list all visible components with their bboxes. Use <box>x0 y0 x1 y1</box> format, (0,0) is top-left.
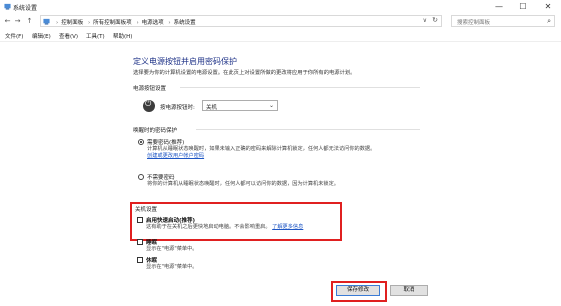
hibernate-title: 休眠 <box>146 258 158 264</box>
window-title: 系统设置 <box>13 5 38 12</box>
learn-more-link[interactable]: 了解更多信息 <box>272 224 303 230</box>
search-icon[interactable]: ⌕ <box>547 17 551 26</box>
require-password-desc: 计算机从睡眠状态唤醒时，如果未输入正确的密码来解除计算机锁定，任何人都无法访问你… <box>147 146 376 159</box>
control-panel-icon <box>4 3 11 10</box>
require-password-title: 需要密码(推荐) <box>147 140 185 146</box>
save-button[interactable]: 保存修改 <box>336 285 380 296</box>
search-input[interactable]: 搜索控制面板 ⌕ <box>451 15 555 27</box>
power-icon <box>143 99 155 112</box>
hibernate-desc: 显示在"电源"菜单中。 <box>146 264 198 270</box>
power-button-section-label: 电源按钮设置 <box>133 86 167 92</box>
breadcrumb-item[interactable]: 所有控制面板项 <box>93 20 132 26</box>
cancel-button[interactable]: 取消 <box>390 285 428 296</box>
refresh-icon[interactable]: ↻ <box>432 16 438 24</box>
breadcrumb-item[interactable]: 系统设置 <box>174 20 196 26</box>
menu-view[interactable]: 查看(V) <box>59 32 78 40</box>
wake-password-section-label: 唤醒时的密码保护 <box>133 128 178 134</box>
forward-button[interactable]: → <box>13 16 22 26</box>
page-title: 定义电源按钮并启用密码保护 <box>133 57 237 66</box>
change-password-link[interactable]: 创建或更改用户帐户密码 <box>147 153 204 159</box>
require-password-radio[interactable] <box>138 139 144 145</box>
divider <box>180 87 420 88</box>
breadcrumb-item[interactable]: 控制面板 <box>61 20 83 26</box>
up-button[interactable]: ↑ <box>25 16 34 26</box>
address-bar[interactable]: › 控制面板 › 所有控制面板项 › 电源选项 › 系统设置 ∨ ↻ <box>40 15 442 27</box>
menu-file[interactable]: 文件(F) <box>5 32 23 40</box>
window: 系统设置 — ☐ ✕ ← → ↑ › 控制面板 › 所有控制面板项 › 电源选项 › 系… <box>0 0 561 306</box>
back-button[interactable]: ← <box>3 16 12 26</box>
address-row: ← → ↑ › 控制面板 › 所有控制面板项 › 电源选项 › 系统设置 ∨ ↻ 搜索控… <box>0 13 561 29</box>
no-password-radio[interactable] <box>138 174 144 180</box>
chevron-down-icon: ⌄ <box>268 102 274 109</box>
no-password-desc: 将你的计算机从睡眠状态唤醒时，任何人都可以访问你的数据，因为计算机未锁定。 <box>147 181 339 187</box>
fast-startup-checkbox[interactable] <box>137 217 143 223</box>
menu-bar: 文件(F) 编辑(E) 查看(V) 工具(T) 帮助(H) <box>0 30 561 42</box>
menu-tools[interactable]: 工具(T) <box>86 32 105 40</box>
sleep-desc: 显示在"电源"菜单中。 <box>146 246 198 252</box>
sleep-checkbox[interactable] <box>137 239 143 245</box>
breadcrumb-item[interactable]: 电源选项 <box>142 20 164 26</box>
fast-startup-desc: 这有助于在关机之后更快地启动电脑。不会影响重启。 了解更多信息 <box>146 224 304 230</box>
content-area: 定义电源按钮并启用密码保护 选择要为你的计算机设置的电源设置。在此页上对设置所做… <box>0 42 561 306</box>
menu-edit[interactable]: 编辑(E) <box>32 32 51 40</box>
power-button-select[interactable]: 关机 ⌄ <box>202 100 278 111</box>
fast-startup-title: 启用快速启动(推荐) <box>146 218 196 224</box>
divider <box>196 129 420 130</box>
page-description: 选择要为你的计算机设置的电源设置。在此页上对设置所做的更改将应用于你所有的电源计… <box>133 70 356 76</box>
menu-help[interactable]: 帮助(H) <box>113 32 132 40</box>
control-panel-icon <box>43 18 50 25</box>
close-button[interactable]: ✕ <box>536 0 560 13</box>
hibernate-checkbox[interactable] <box>137 257 143 263</box>
power-button-value: 关机 <box>206 105 218 111</box>
title-bar: 系统设置 — ☐ ✕ <box>0 0 561 13</box>
search-placeholder: 搜索控制面板 <box>457 20 491 26</box>
power-button-label: 按电源按钮时: <box>160 105 195 111</box>
breadcrumb: › 控制面板 › 所有控制面板项 › 电源选项 › 系统设置 <box>56 20 196 26</box>
maximize-button[interactable]: ☐ <box>511 0 535 13</box>
chevron-down-icon[interactable]: ∨ <box>423 17 427 24</box>
shutdown-section-label: 关机设置 <box>135 207 158 213</box>
minimize-button[interactable]: — <box>487 0 511 13</box>
sleep-title: 睡眠 <box>146 240 158 246</box>
no-password-title: 不需要密码 <box>147 175 175 181</box>
